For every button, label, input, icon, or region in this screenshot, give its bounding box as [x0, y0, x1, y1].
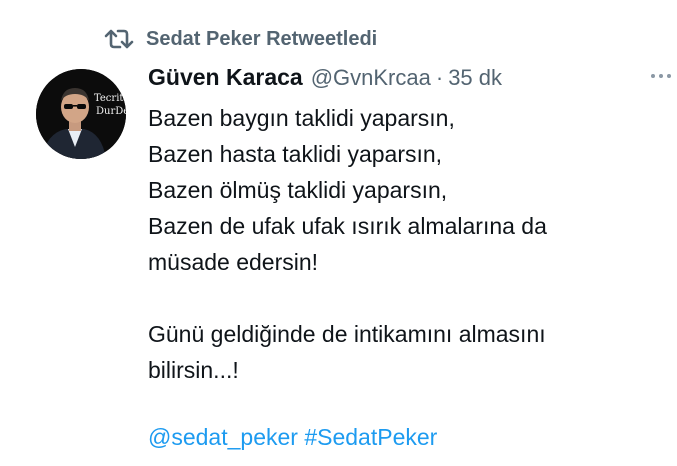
user-handle[interactable]: @GvnKrcaa	[311, 65, 431, 91]
tweet-line: Bazen ölmüş taklidi yaparsın,	[148, 177, 448, 203]
tweet-line: Bazen de ufak ufak ısırık almalarına da	[148, 213, 547, 239]
tweet-line: müsade edersin!	[148, 249, 319, 275]
tweet-line: Bazen baygın taklidi yaparsın,	[148, 105, 455, 131]
tweet-line: Günü geldiğinde de intikamını almasını	[148, 321, 546, 347]
tweet-links: @sedat_peker #SedatPeker	[148, 424, 437, 451]
hashtag-link[interactable]: #SedatPeker	[304, 424, 437, 450]
separator-dot: ·	[435, 65, 444, 90]
tweet[interactable]: Sedat Peker Retweetledi Tecrite DurDe Gü…	[0, 0, 677, 466]
tweet-text: Bazen baygın taklidi yaparsın, Bazen has…	[148, 100, 668, 388]
avatar-text-top: Tecrite	[94, 93, 126, 104]
retweet-indicator[interactable]: Sedat Peker Retweetledi	[104, 27, 377, 51]
avatar-text-bottom: DurDe	[96, 106, 126, 117]
retweet-icon	[104, 29, 134, 49]
avatar[interactable]: Tecrite DurDe	[36, 69, 126, 159]
avatar-image: Tecrite DurDe	[36, 69, 126, 159]
tweet-line: bilirsin...!	[148, 357, 239, 383]
tweet-header: Güven Karaca @GvnKrcaa · 35 dk	[148, 64, 502, 91]
timestamp[interactable]: 35 dk	[448, 65, 502, 91]
more-options-icon[interactable]	[651, 72, 673, 80]
tweet-line: Bazen hasta taklidi yaparsın,	[148, 141, 443, 167]
retweet-label: Sedat Peker Retweetledi	[146, 27, 378, 50]
mention-link[interactable]: @sedat_peker	[148, 424, 298, 450]
display-name[interactable]: Güven Karaca	[148, 64, 303, 91]
